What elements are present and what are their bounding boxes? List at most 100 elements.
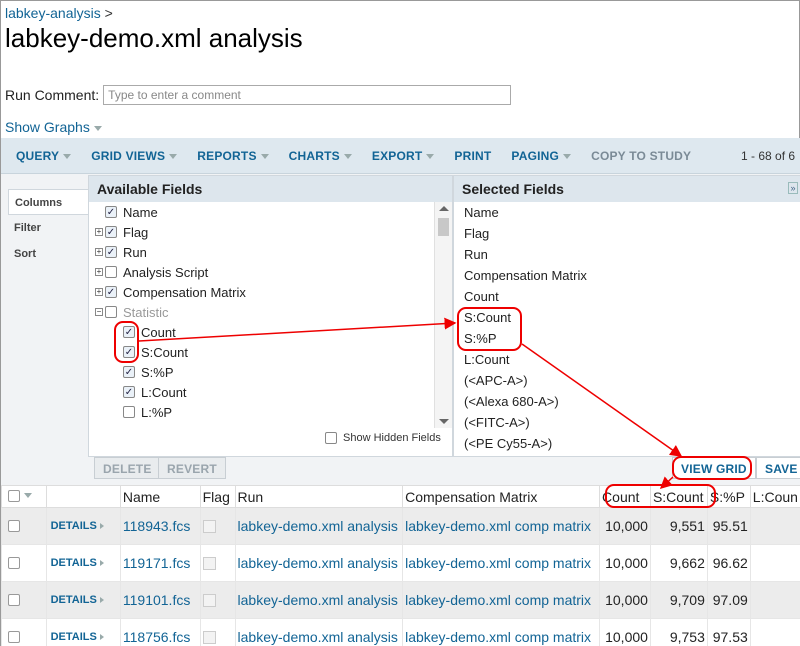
print-button[interactable]: PRINT (454, 149, 491, 163)
delete-button[interactable]: DELETE (94, 457, 161, 479)
column-header-compensation-matrix[interactable]: Compensation Matrix (402, 485, 601, 508)
flag-icon[interactable] (202, 593, 216, 607)
select-all-checkbox[interactable] (8, 489, 20, 502)
selected-field-item[interactable]: (<PE Cy55-A>) (464, 436, 552, 451)
selected-field-item[interactable]: (<APC-A>) (464, 373, 528, 388)
show-hidden-fields-toggle[interactable]: Show Hidden Fields (325, 432, 441, 444)
available-field-row[interactable]: ✓ L:Count (123, 382, 187, 402)
available-fields-scrollbar[interactable] (434, 202, 452, 428)
available-field-row[interactable]: + ✓ Flag (95, 222, 148, 242)
expand-icon[interactable]: + (95, 288, 103, 296)
flag-icon[interactable] (202, 556, 216, 570)
field-checkbox[interactable]: ✓ (123, 366, 135, 378)
column-header-l-count[interactable]: L:Coun (749, 485, 800, 508)
run-link[interactable]: labkey-demo.xml analysis (238, 555, 398, 571)
paging-menu[interactable]: PAGING (511, 149, 572, 163)
save-button[interactable]: SAVE (756, 457, 800, 479)
flag-cell[interactable] (199, 544, 236, 582)
select-all-header[interactable] (1, 485, 47, 508)
charts-menu[interactable]: CHARTS (289, 149, 352, 163)
export-menu[interactable]: EXPORT (372, 149, 435, 163)
selected-field-item[interactable]: Name (464, 205, 499, 220)
field-checkbox[interactable]: ✓ (123, 386, 135, 398)
row-select-cell[interactable] (1, 544, 47, 582)
row-select-cell[interactable] (1, 507, 47, 545)
column-header-flag[interactable]: Flag (199, 485, 236, 508)
field-checkbox[interactable] (105, 306, 117, 318)
run-link[interactable]: labkey-demo.xml analysis (238, 629, 398, 645)
row-select-cell[interactable] (1, 618, 47, 646)
selected-field-item[interactable]: (<Alexa 680-A>) (464, 394, 559, 409)
available-field-row[interactable]: L:%P (123, 402, 172, 422)
details-link[interactable]: DETAILS (45, 618, 121, 646)
flag-cell[interactable] (199, 581, 236, 619)
comp-matrix-link[interactable]: labkey-demo.xml comp matrix (405, 592, 591, 608)
scroll-down-icon[interactable] (439, 419, 449, 424)
comp-matrix-link[interactable]: labkey-demo.xml comp matrix (405, 555, 591, 571)
flag-cell[interactable] (199, 618, 236, 646)
field-checkbox[interactable] (105, 266, 117, 278)
selected-field-item[interactable]: Compensation Matrix (464, 268, 587, 283)
name-link[interactable]: 118756.fcs (123, 629, 190, 645)
reports-menu[interactable]: REPORTS (197, 149, 269, 163)
comp-matrix-link[interactable]: labkey-demo.xml comp matrix (405, 518, 591, 534)
collapse-icon[interactable]: » (788, 182, 798, 194)
available-field-row[interactable]: + Analysis Script (95, 262, 208, 282)
row-checkbox[interactable] (8, 520, 20, 532)
row-select-cell[interactable] (1, 581, 47, 619)
flag-cell[interactable] (199, 507, 236, 545)
row-checkbox[interactable] (8, 557, 20, 569)
name-cell: 118943.fcs (119, 507, 201, 545)
available-field-row[interactable]: + ✓ Run (95, 242, 147, 262)
selected-field-item[interactable]: Count (464, 289, 499, 304)
run-comment-input[interactable] (103, 85, 512, 105)
available-field-row[interactable]: − Statistic (95, 302, 169, 322)
field-checkbox[interactable]: ✓ (105, 246, 117, 258)
collapse-icon[interactable]: − (95, 308, 103, 316)
chevron-down-icon[interactable] (24, 493, 32, 498)
column-header-run[interactable]: Run (234, 485, 404, 508)
expand-icon[interactable]: + (95, 248, 103, 256)
show-graphs-toggle[interactable]: Show Graphs (5, 119, 102, 135)
tab-filter[interactable]: Filter (8, 215, 88, 241)
available-field-row[interactable]: ✓ S:%P (123, 362, 174, 382)
selected-field-item[interactable]: Run (464, 247, 488, 262)
available-field-row[interactable]: +✓Name (95, 202, 158, 222)
scroll-thumb[interactable] (438, 218, 449, 236)
expand-icon[interactable]: + (95, 268, 103, 276)
field-checkbox[interactable]: ✓ (105, 206, 117, 218)
name-link[interactable]: 119101.fcs (123, 592, 190, 608)
s-count-cell: 9,709 (649, 581, 708, 619)
comp-matrix-link[interactable]: labkey-demo.xml comp matrix (405, 629, 591, 645)
run-link[interactable]: labkey-demo.xml analysis (238, 518, 398, 534)
field-checkbox[interactable] (123, 406, 135, 418)
field-checkbox[interactable]: ✓ (105, 226, 117, 238)
l-count-cell (749, 507, 800, 545)
query-menu[interactable]: QUERY (16, 149, 72, 163)
row-checkbox[interactable] (8, 594, 20, 606)
tab-sort[interactable]: Sort (8, 241, 88, 267)
selected-field-item[interactable]: (<FITC-A>) (464, 415, 530, 430)
expand-icon[interactable]: + (95, 228, 103, 236)
selected-field-item[interactable]: Flag (464, 226, 489, 241)
row-checkbox[interactable] (8, 631, 20, 643)
column-header-name[interactable]: Name (119, 485, 201, 508)
scroll-up-icon[interactable] (439, 206, 449, 211)
available-field-row[interactable]: + ✓ Compensation Matrix (95, 282, 246, 302)
flag-icon[interactable] (202, 519, 216, 533)
copy-to-study-button[interactable]: COPY TO STUDY (591, 149, 691, 163)
tab-columns[interactable]: Columns (8, 189, 88, 215)
flag-icon[interactable] (202, 630, 216, 644)
breadcrumb-link[interactable]: labkey-analysis (5, 5, 101, 21)
show-hidden-checkbox[interactable] (325, 432, 337, 444)
name-link[interactable]: 119171.fcs (123, 555, 190, 571)
details-link[interactable]: DETAILS (45, 544, 121, 582)
selected-field-item[interactable]: L:Count (464, 352, 510, 367)
details-link[interactable]: DETAILS (45, 507, 121, 545)
details-link[interactable]: DETAILS (45, 581, 121, 619)
revert-button[interactable]: REVERT (158, 457, 226, 479)
field-checkbox[interactable]: ✓ (105, 286, 117, 298)
name-link[interactable]: 118943.fcs (123, 518, 190, 534)
grid-views-menu[interactable]: GRID VIEWS (91, 149, 178, 163)
run-link[interactable]: labkey-demo.xml analysis (238, 592, 398, 608)
